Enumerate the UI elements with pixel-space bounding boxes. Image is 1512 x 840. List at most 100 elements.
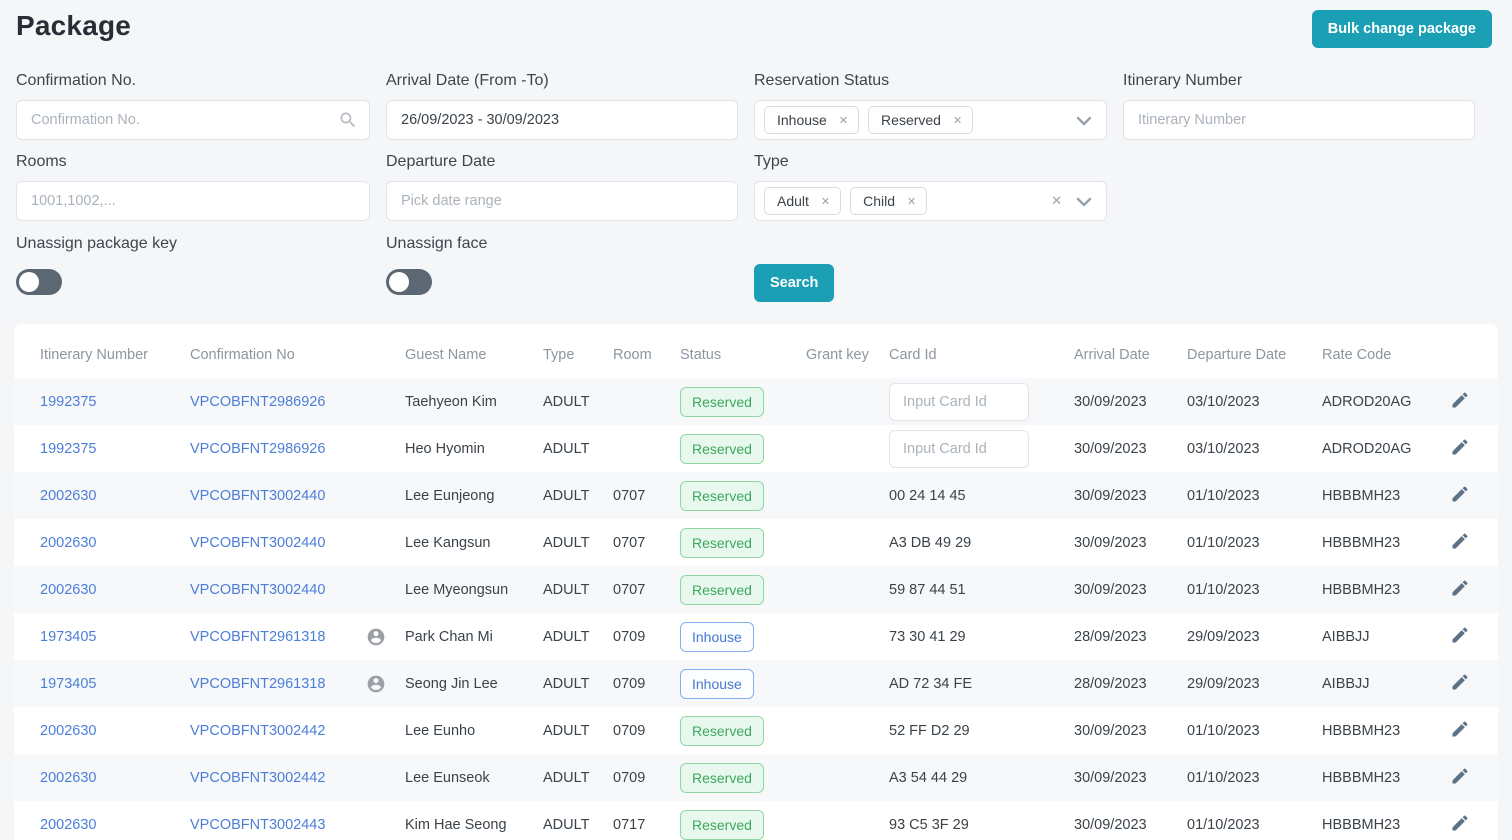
room-number: 0709 xyxy=(613,722,646,739)
confirmation-link[interactable]: VPCOBFNT2961318 xyxy=(190,676,325,692)
confirmation-link[interactable]: VPCOBFNT3002443 xyxy=(190,817,325,833)
confirmation-link[interactable]: VPCOBFNT3002442 xyxy=(190,770,325,786)
confirmation-link[interactable]: VPCOBFNT2986926 xyxy=(190,441,325,457)
remove-tag-icon[interactable]: ✕ xyxy=(839,114,848,127)
card-id-input[interactable] xyxy=(889,382,1029,421)
rate-code: ADROD20AG xyxy=(1322,440,1412,457)
guest-type: ADULT xyxy=(543,769,590,786)
edit-row-button[interactable] xyxy=(1448,670,1472,697)
remove-tag-icon[interactable]: ✕ xyxy=(821,195,830,208)
table-body: 1992375 VPCOBFNT2986926 Taehyeon Kim ADU… xyxy=(14,378,1498,840)
itinerary-link[interactable]: 2002630 xyxy=(40,582,96,598)
arrival-date-input[interactable] xyxy=(386,100,738,140)
edit-row-button[interactable] xyxy=(1448,388,1472,415)
type-label: Type xyxy=(754,153,789,170)
col-header-grant-key: Grant key xyxy=(806,347,869,363)
itinerary-number-input[interactable] xyxy=(1123,100,1475,140)
type-select[interactable]: Adult ✕ Child ✕ ✕ xyxy=(754,181,1107,221)
rate-code: HBBBMH23 xyxy=(1322,487,1401,504)
guest-type: ADULT xyxy=(543,440,590,457)
departure-date: 01/10/2023 xyxy=(1187,722,1260,739)
itinerary-link[interactable]: 2002630 xyxy=(40,723,96,739)
reservation-status-select[interactable]: Inhouse ✕ Reserved ✕ xyxy=(754,100,1107,140)
unassign-package-key-toggle[interactable] xyxy=(16,269,62,295)
table-header-row: Itinerary Number Confirmation No Guest N… xyxy=(14,324,1498,378)
col-header-itinerary-number: Itinerary Number xyxy=(40,347,148,363)
confirmation-link[interactable]: VPCOBFNT2961318 xyxy=(190,629,325,645)
confirmation-no-label: Confirmation No. xyxy=(16,72,137,89)
pencil-icon xyxy=(1452,533,1468,549)
results-table: Itinerary Number Confirmation No Guest N… xyxy=(14,324,1498,840)
edit-row-button[interactable] xyxy=(1448,811,1472,838)
edit-row-button[interactable] xyxy=(1448,717,1472,744)
filter-tag-label: Inhouse xyxy=(777,112,827,128)
guest-type: ADULT xyxy=(543,487,590,504)
unassign-face-toggle[interactable] xyxy=(386,269,432,295)
guest-name: Heo Hyomin xyxy=(405,440,485,457)
confirmation-no-input[interactable] xyxy=(16,100,370,140)
departure-date: 03/10/2023 xyxy=(1187,393,1260,410)
status-badge: Inhouse xyxy=(680,621,754,652)
guest-name: Taehyeon Kim xyxy=(405,393,497,410)
room-number: 0709 xyxy=(613,769,646,786)
rate-code: AIBBJJ xyxy=(1322,628,1370,645)
guest-type: ADULT xyxy=(543,393,590,410)
filter-form: Confirmation No. Rooms Unassign package … xyxy=(0,48,1512,302)
departure-date-input[interactable] xyxy=(386,181,738,221)
card-id-input[interactable] xyxy=(889,429,1029,468)
col-header-card-id: Card Id xyxy=(889,347,937,363)
itinerary-link[interactable]: 1992375 xyxy=(40,394,96,410)
confirmation-link[interactable]: VPCOBFNT2986926 xyxy=(190,394,325,410)
confirmation-link[interactable]: VPCOBFNT3002440 xyxy=(190,535,325,551)
edit-row-button[interactable] xyxy=(1448,435,1472,462)
edit-row-button[interactable] xyxy=(1448,482,1472,509)
rooms-input[interactable] xyxy=(16,181,370,221)
itinerary-link[interactable]: 1973405 xyxy=(40,676,96,692)
filter-col-2: Arrival Date (From -To) Departure Date U… xyxy=(386,72,738,302)
itinerary-link[interactable]: 2002630 xyxy=(40,817,96,833)
guest-type: ADULT xyxy=(543,581,590,598)
departure-date: 29/09/2023 xyxy=(1187,675,1260,692)
search-button[interactable]: Search xyxy=(754,264,835,302)
departure-date: 01/10/2023 xyxy=(1187,487,1260,504)
clear-select-icon[interactable]: ✕ xyxy=(1051,193,1062,209)
col-header-confirmation-no: Confirmation No xyxy=(190,347,295,363)
edit-row-button[interactable] xyxy=(1448,764,1472,791)
bulk-change-package-button[interactable]: Bulk change package xyxy=(1311,10,1492,48)
remove-tag-icon[interactable]: ✕ xyxy=(953,114,962,127)
departure-date: 03/10/2023 xyxy=(1187,440,1260,457)
itinerary-link[interactable]: 1973405 xyxy=(40,629,96,645)
col-header-room: Room xyxy=(613,347,652,363)
confirmation-link[interactable]: VPCOBFNT3002440 xyxy=(190,488,325,504)
itinerary-link[interactable]: 2002630 xyxy=(40,770,96,786)
itinerary-link[interactable]: 1992375 xyxy=(40,441,96,457)
rate-code: AIBBJJ xyxy=(1322,675,1370,692)
guest-name: Lee Eunjeong xyxy=(405,487,495,504)
toggle-knob xyxy=(389,272,409,292)
room-number: 0707 xyxy=(613,534,646,551)
itinerary-link[interactable]: 2002630 xyxy=(40,488,96,504)
filter-tag: Reserved ✕ xyxy=(868,106,974,134)
itinerary-number-label: Itinerary Number xyxy=(1123,72,1243,89)
remove-tag-icon[interactable]: ✕ xyxy=(907,195,916,208)
guest-name: Park Chan Mi xyxy=(405,628,493,645)
confirmation-link[interactable]: VPCOBFNT3002440 xyxy=(190,582,325,598)
itinerary-link[interactable]: 2002630 xyxy=(40,535,96,551)
room-number: 0707 xyxy=(613,581,646,598)
edit-row-button[interactable] xyxy=(1448,529,1472,556)
guest-type: ADULT xyxy=(543,534,590,551)
edit-row-button[interactable] xyxy=(1448,576,1472,603)
confirmation-link[interactable]: VPCOBFNT3002442 xyxy=(190,723,325,739)
table-row: 1973405 VPCOBFNT2961318 Park Chan Mi ADU… xyxy=(14,613,1498,660)
table-row: 1992375 VPCOBFNT2986926 Taehyeon Kim ADU… xyxy=(14,378,1498,425)
toggle-knob xyxy=(19,272,39,292)
pencil-icon xyxy=(1452,768,1468,784)
table-row: 2002630 VPCOBFNT3002440 Lee Myeongsun AD… xyxy=(14,566,1498,613)
card-id-cell xyxy=(889,382,1074,421)
pencil-icon xyxy=(1452,439,1468,455)
edit-row-button[interactable] xyxy=(1448,623,1472,650)
card-id-cell: A3 54 44 29 xyxy=(889,769,968,786)
table-row: 2002630 VPCOBFNT3002442 Lee Eunho ADULT … xyxy=(14,707,1498,754)
page-title: Package xyxy=(16,10,132,41)
arrival-date: 30/09/2023 xyxy=(1074,769,1147,786)
